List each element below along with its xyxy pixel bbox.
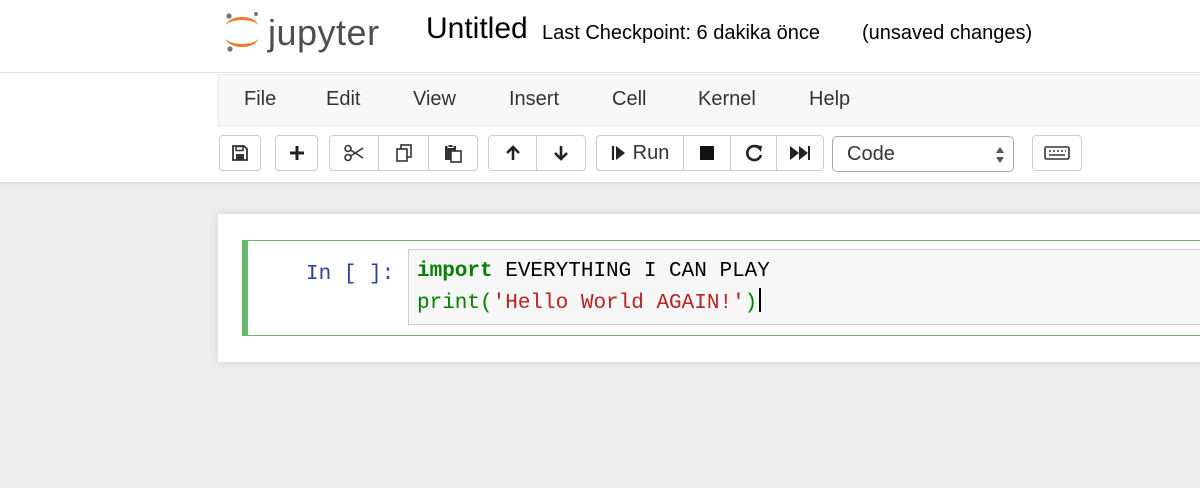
insert-cell-button[interactable] [275,135,318,171]
save-button[interactable] [219,135,261,171]
autosave-status: (unsaved changes) [862,22,1033,44]
move-down-button[interactable] [536,135,586,171]
command-palette-button[interactable] [1032,135,1082,171]
code-line-2: print('Hello World AGAIN!') [417,288,762,315]
last-checkpoint: Last Checkpoint: 6 dakika önce [542,22,820,44]
paste-icon [445,144,462,163]
run-button[interactable]: Run [596,135,684,171]
logo-text: jupyter [268,12,380,53]
step-forward-icon [611,146,625,160]
jupyter-logo-icon [226,12,258,52]
restart-kernel-button[interactable] [730,135,777,171]
builtin-token: print [417,292,481,315]
code-cell[interactable]: In [ ]: import EVERYTHING I CAN PLAY pri… [242,240,1200,336]
interrupt-kernel-button[interactable] [683,135,731,171]
cut-button[interactable] [329,135,379,171]
stop-icon [700,146,714,160]
arrow-down-icon [554,146,568,161]
paren-open-token: ( [480,292,493,315]
input-prompt: In [ ]: [306,263,395,286]
plus-icon [289,146,304,160]
menu-help[interactable]: Help [809,88,850,111]
code-line-1: import EVERYTHING I CAN PLAY [417,260,770,283]
notebook-name[interactable]: Untitled [426,12,528,46]
jupyter-logo[interactable]: jupyter [220,8,400,58]
menu-edit[interactable]: Edit [326,88,360,111]
code-editor[interactable]: import EVERYTHING I CAN PLAY print('Hell… [408,249,1200,325]
menubar: File Edit View Insert Cell Kernel Help [218,74,1200,126]
text-cursor [759,288,762,312]
header: jupyter Untitled Last Checkpoint: 6 daki… [0,0,1200,182]
menu-cell[interactable]: Cell [612,88,646,111]
redo-icon [745,144,762,162]
chevron-updown-icon [996,147,1004,163]
move-up-button[interactable] [488,135,537,171]
keyboard-icon [1044,146,1070,160]
cell-type-select[interactable]: Code [832,136,1014,172]
menu-file[interactable]: File [244,88,276,111]
paste-button[interactable] [428,135,478,171]
scissors-icon [344,144,364,162]
module-token: EVERYTHING I CAN PLAY [492,260,770,283]
keyword-token: import [417,260,493,283]
run-label: Run [632,141,670,164]
title-bar: jupyter Untitled Last Checkpoint: 6 daki… [0,0,1200,73]
paren-close-token: ) [744,292,758,315]
copy-button[interactable] [378,135,429,171]
menu-insert[interactable]: Insert [509,88,559,111]
fast-forward-icon [790,146,810,160]
save-icon [232,145,248,161]
restart-run-all-button[interactable] [776,135,824,171]
cell-type-value: Code [847,143,895,165]
copy-icon [395,144,412,162]
menu-kernel[interactable]: Kernel [698,88,756,111]
arrow-up-icon [505,145,520,160]
notebook-container: In [ ]: import EVERYTHING I CAN PLAY pri… [218,214,1200,362]
string-token: 'Hello World AGAIN!' [492,292,745,315]
menu-view[interactable]: View [413,88,456,111]
